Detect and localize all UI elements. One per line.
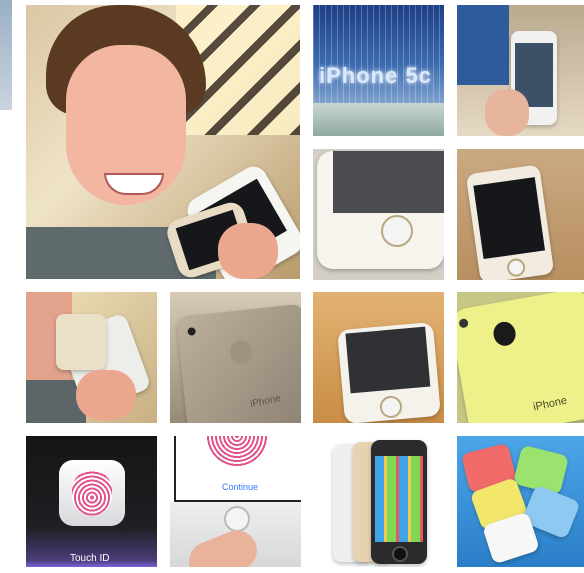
continue-label[interactable]: Continue (222, 482, 258, 492)
home-button (381, 215, 413, 247)
boy-silver-iphones-thumbnail[interactable] (26, 292, 157, 423)
iphone5s-back-thumbnail[interactable]: iPhone (170, 292, 301, 423)
hand (485, 89, 529, 136)
touch-id-label: Touch ID (70, 553, 110, 564)
apple-logo-icon (228, 339, 254, 366)
iphone-on-table-thumbnail[interactable] (313, 292, 444, 423)
yellow-iphone5c-thumbnail[interactable]: iPhone (457, 292, 584, 423)
store-display-thumbnail[interactable]: iPhone 5c (313, 5, 444, 136)
partial-thumbnail-left[interactable] (0, 0, 12, 110)
apple-logo-icon (491, 320, 518, 348)
iphone-on-table (337, 321, 441, 423)
fingerprint-icon (72, 470, 112, 516)
home-button-thumbnail[interactable] (313, 149, 444, 280)
home-button (224, 506, 250, 532)
camera-dot (458, 318, 469, 329)
three-iphones-thumbnail[interactable] (313, 436, 444, 567)
hand-iphone-store-thumbnail[interactable] (457, 5, 584, 136)
colorful-iphone5c-thumbnail[interactable] (457, 436, 584, 567)
camera-dot (187, 327, 197, 336)
person-blue-shirt (457, 5, 509, 85)
touch-id-app-icon (59, 460, 125, 526)
hand (218, 223, 278, 279)
ios-home-screen (375, 456, 423, 542)
boy-selfie-thumbnail[interactable] (26, 5, 300, 279)
gold-iphone-back (56, 314, 106, 370)
store-floor (313, 103, 444, 136)
hand (76, 370, 136, 420)
space-gray-iphone5s (371, 440, 427, 564)
iphone5s-back (176, 303, 301, 423)
store-display-text: iPhone 5c (319, 63, 432, 88)
gold-iphone (465, 164, 555, 280)
gold-iphone-thumbnail[interactable] (457, 149, 584, 280)
touch-id-thumbnail[interactable]: Touch ID (26, 436, 157, 567)
iphone-closeup (317, 151, 444, 269)
fingerprint-continue-thumbnail[interactable]: Continue (170, 436, 301, 567)
